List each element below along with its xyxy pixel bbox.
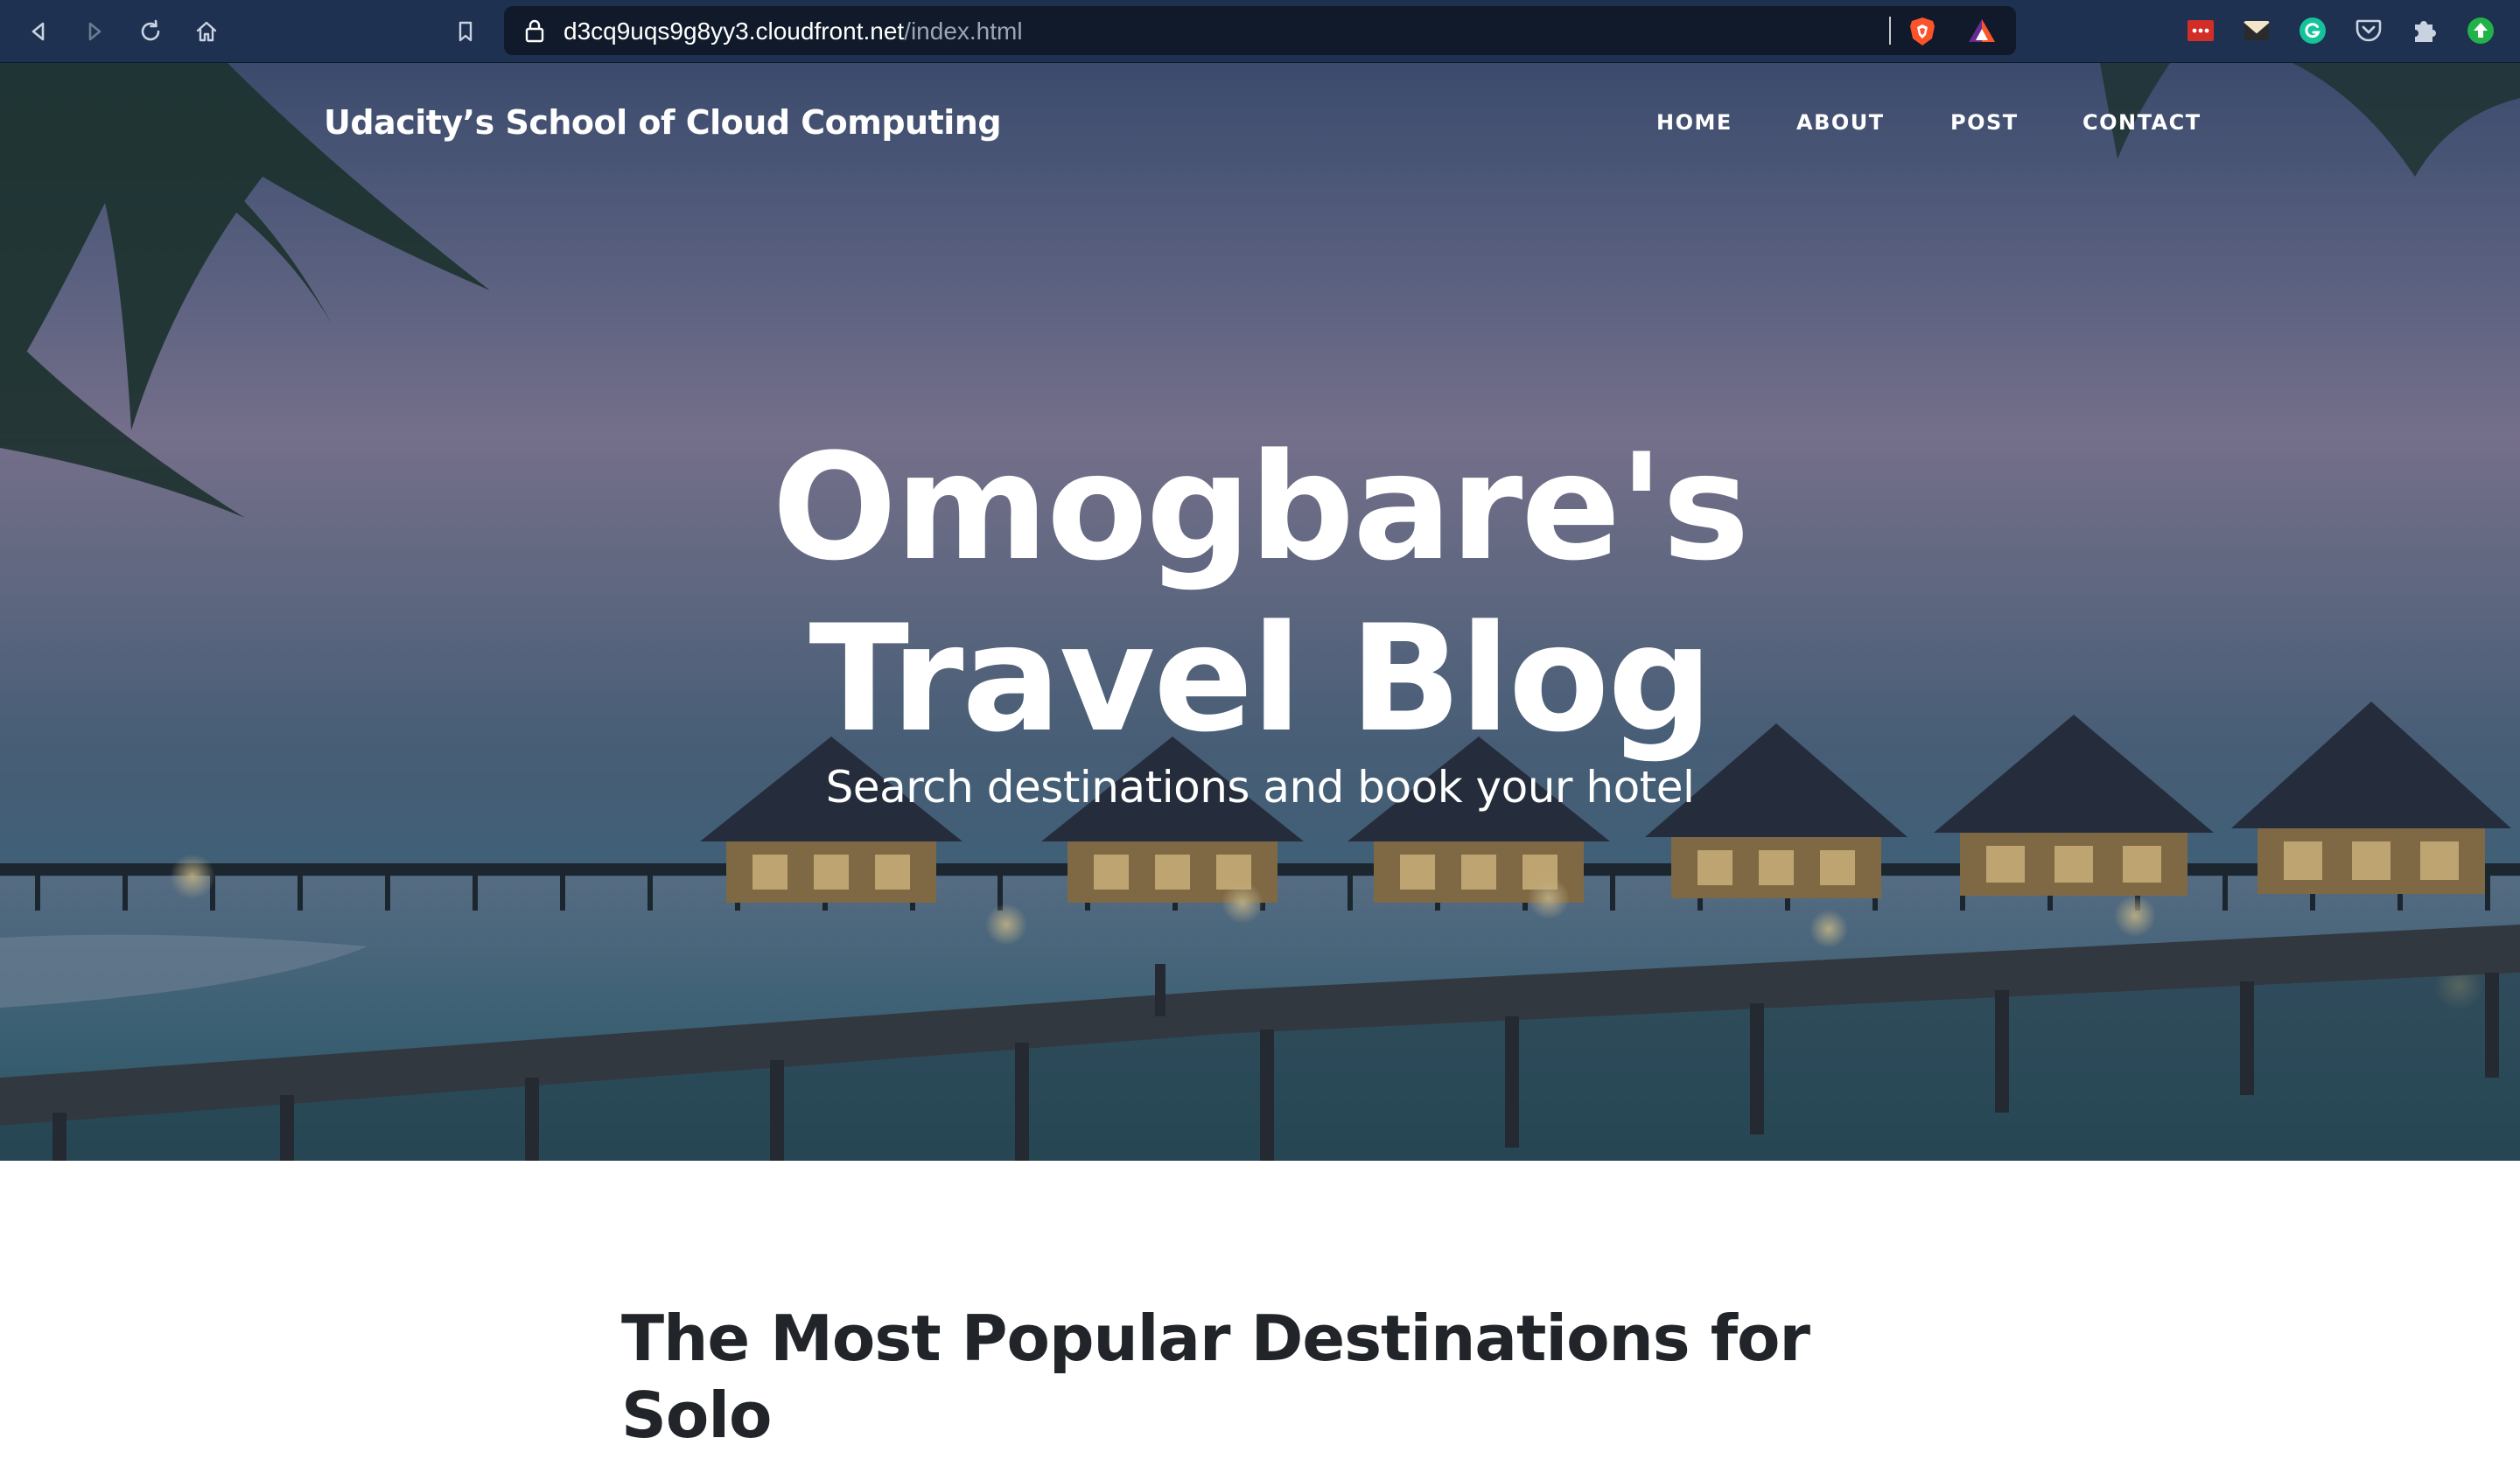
reload-icon bbox=[141, 19, 160, 41]
browser-toolbar: d3cq9uqs9g8yy3.cloudfront.net/index.html bbox=[0, 0, 2520, 63]
hero-title-line2: Travel Blog bbox=[808, 593, 1712, 764]
pocket-extension[interactable] bbox=[2354, 16, 2384, 45]
forward-icon bbox=[88, 22, 102, 41]
back-button[interactable] bbox=[19, 12, 58, 51]
lastpass-icon bbox=[2188, 20, 2214, 41]
url-path: /index.html bbox=[904, 17, 1023, 45]
post-title-line1: The Most Popular Destinations for Solo bbox=[621, 1302, 1810, 1452]
lastpass-extension[interactable] bbox=[2186, 16, 2216, 45]
hero-title: Omogbare's Travel Blog bbox=[0, 422, 2520, 764]
url-host: d3cq9uqs9g8yy3.cloudfront.net bbox=[564, 17, 905, 45]
home-icon bbox=[196, 21, 217, 42]
url-separator bbox=[1889, 17, 1891, 45]
hero-title-line1: Omogbare's bbox=[772, 422, 1749, 593]
hero-header: Udacity’s School of Cloud Computing HOME… bbox=[0, 63, 2520, 1161]
nav-home-link[interactable]: HOME bbox=[1656, 105, 1732, 140]
grammarly-extension[interactable] bbox=[2298, 16, 2328, 45]
pocket-icon bbox=[2356, 19, 2382, 42]
back-icon bbox=[32, 22, 45, 41]
extensions-button[interactable] bbox=[2410, 16, 2440, 45]
lock-icon bbox=[525, 19, 544, 43]
bookmark-button[interactable] bbox=[446, 12, 485, 51]
post-title-line2: Travelers bbox=[621, 1454, 1934, 1466]
nav-about-link[interactable]: ABOUT bbox=[1796, 105, 1885, 140]
extensions-puzzle-icon bbox=[2415, 21, 2436, 42]
post-title-link[interactable]: The Most Popular Destinations for Solo T… bbox=[621, 1300, 1934, 1466]
mail-extension-icon bbox=[2244, 21, 2270, 40]
site-brand-link[interactable]: Udacity’s School of Cloud Computing bbox=[324, 98, 1002, 147]
address-bar[interactable]: d3cq9uqs9g8yy3.cloudfront.net/index.html bbox=[504, 6, 2016, 55]
brave-shield-icon[interactable] bbox=[1908, 16, 1937, 47]
bookmark-icon bbox=[458, 21, 472, 42]
url-text: d3cq9uqs9g8yy3.cloudfront.net/index.html bbox=[564, 18, 1023, 45]
hero-subtitle: Search destinations and book your hotel bbox=[825, 762, 1695, 813]
mail-extension[interactable] bbox=[2242, 16, 2272, 45]
brave-rewards-icon[interactable] bbox=[1967, 17, 1997, 45]
update-arrow-icon bbox=[2468, 17, 2494, 44]
nav-contact-link[interactable]: CONTACT bbox=[2082, 105, 2202, 140]
home-button[interactable] bbox=[187, 12, 226, 51]
nav-post-link[interactable]: POST bbox=[1950, 105, 2019, 140]
reload-button[interactable] bbox=[131, 12, 170, 51]
update-button[interactable] bbox=[2466, 16, 2496, 45]
forward-button[interactable] bbox=[75, 12, 114, 51]
grammarly-icon bbox=[2300, 17, 2326, 44]
